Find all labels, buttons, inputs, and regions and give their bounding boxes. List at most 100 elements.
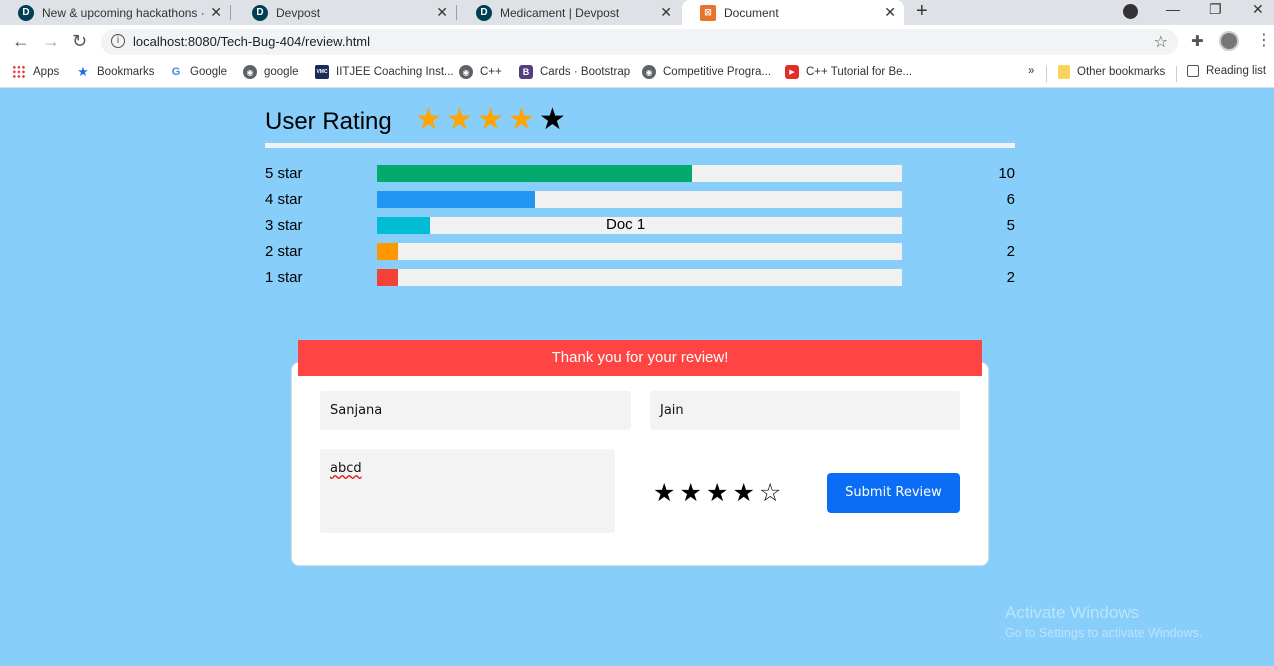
- info-icon[interactable]: i: [111, 34, 125, 48]
- star-filled-icon[interactable]: ★: [653, 478, 680, 508]
- bookmark-bookmarks[interactable]: ★ Bookmarks: [76, 64, 155, 79]
- rating-row-count: 6: [1006, 191, 1015, 208]
- star-filled-icon[interactable]: ★: [680, 478, 707, 508]
- bookmark-label: Reading list: [1206, 65, 1267, 77]
- tab-title: New & upcoming hackathons · D: [42, 5, 207, 20]
- bookmark-competitive[interactable]: ◉ Competitive Progra...: [642, 65, 771, 79]
- bookmark-google-lower[interactable]: ◉ google: [243, 65, 299, 79]
- menu-kebab-icon[interactable]: ⋮: [1256, 30, 1272, 50]
- rating-row-label: 2 star: [265, 243, 303, 260]
- rating-bar-fill: [377, 191, 535, 208]
- review-comment-field[interactable]: abcd: [320, 449, 615, 533]
- rating-bar-fill: [377, 243, 398, 260]
- address-bar[interactable]: i localhost:8080/Tech-Bug-404/review.htm…: [101, 29, 1178, 55]
- back-arrow-icon[interactable]: ←: [12, 30, 30, 52]
- vmc-icon: VMC: [315, 65, 329, 79]
- bookmark-other[interactable]: Other bookmarks: [1058, 65, 1165, 79]
- devpost-favicon-icon: D: [18, 4, 34, 21]
- extensions-puzzle-icon[interactable]: ✚: [1191, 32, 1204, 50]
- bookmarks-overflow[interactable]: »: [1028, 65, 1034, 77]
- bookmark-star-icon[interactable]: ☆: [1154, 32, 1168, 52]
- rating-row-label: 4 star: [265, 191, 303, 208]
- star-filled-icon[interactable]: ★: [706, 478, 733, 508]
- bookmark-apps[interactable]: Apps: [12, 65, 59, 79]
- close-icon[interactable]: ✕: [884, 4, 896, 21]
- restore-icon[interactable]: ❐: [1209, 0, 1222, 18]
- globe-icon: ◉: [243, 65, 257, 79]
- rating-bar-fill: [377, 269, 398, 286]
- bookmarks-bar: Apps ★ Bookmarks G Google ◉ google VMC I…: [0, 59, 1274, 88]
- browser-toolbar: ← → ↻ i localhost:8080/Tech-Bug-404/revi…: [0, 25, 1274, 59]
- url-text[interactable]: localhost:8080/Tech-Bug-404/review.html: [133, 34, 370, 49]
- thank-you-banner: Thank you for your review!: [298, 340, 982, 376]
- reading-list[interactable]: Reading list: [1187, 65, 1266, 77]
- rating-row-label: 1 star: [265, 269, 303, 286]
- bootstrap-icon: B: [519, 65, 533, 79]
- rating-bar-track: [377, 165, 902, 182]
- globe-icon: ◉: [642, 65, 656, 79]
- globe-icon: ◉: [459, 65, 473, 79]
- close-icon[interactable]: ✕: [436, 4, 448, 21]
- star-icon: ★: [446, 103, 474, 136]
- forward-arrow-icon[interactable]: →: [42, 30, 60, 52]
- bookmark-cpp[interactable]: ◉ C++: [459, 65, 502, 79]
- devpost-favicon-icon: D: [476, 4, 492, 21]
- tab-title: Devpost: [276, 5, 321, 20]
- reload-icon[interactable]: ↻: [72, 30, 87, 52]
- bookmark-label: Competitive Progra...: [663, 66, 772, 78]
- tab-hackathons[interactable]: D New & upcoming hackathons · D ✕: [0, 0, 231, 25]
- activation-watermark-title: Activate Windows: [1005, 603, 1140, 622]
- tab-title: Medicament | Devpost: [500, 5, 620, 20]
- bookmark-label: Bookmarks: [97, 66, 155, 78]
- star-icon: ★: [77, 64, 89, 79]
- rating-row-count: 2: [1006, 243, 1015, 260]
- rating-bar-fill: [377, 217, 430, 234]
- submit-review-button[interactable]: Submit Review: [827, 473, 960, 513]
- tab-divider: [230, 5, 231, 20]
- reading-list-icon: [1187, 65, 1199, 77]
- star-icon: ★: [508, 103, 536, 136]
- tab-devpost[interactable]: D Devpost ✕: [234, 0, 457, 25]
- bookmark-iitjee[interactable]: VMC IITJEE Coaching Inst...: [315, 65, 454, 79]
- rating-row-count: 2: [1006, 269, 1015, 286]
- rating-header: User Rating ★ ★ ★ ★ ★: [265, 103, 1015, 148]
- bookmark-label: C++: [480, 66, 502, 78]
- bookmark-divider: [1046, 66, 1047, 82]
- rating-bar-track: [377, 269, 902, 286]
- rating-row: 2 star 2: [265, 243, 1015, 261]
- bookmark-label: Cards · Bootstrap: [540, 66, 631, 78]
- bookmark-label: Apps: [33, 66, 60, 78]
- last-name-field[interactable]: Jain: [650, 391, 960, 430]
- document-favicon-icon: ⊠: [700, 4, 716, 21]
- first-name-field[interactable]: Sanjana: [320, 391, 631, 430]
- bookmark-bootstrap[interactable]: B Cards · Bootstrap: [519, 65, 630, 79]
- star-empty-icon[interactable]: ☆: [759, 478, 786, 508]
- tab-search-icon[interactable]: [1123, 4, 1138, 19]
- window-close-icon[interactable]: ✕: [1252, 0, 1264, 18]
- avatar[interactable]: [1219, 31, 1239, 51]
- close-icon[interactable]: ✕: [210, 4, 222, 21]
- bookmark-label: google: [264, 66, 299, 78]
- star-filled-icon[interactable]: ★: [733, 478, 760, 508]
- rating-row-label: 5 star: [265, 165, 303, 182]
- bookmark-divider: [1176, 66, 1177, 82]
- tab-medicament[interactable]: D Medicament | Devpost ✕: [458, 0, 680, 25]
- rating-bar-track: [377, 243, 902, 260]
- tab-document[interactable]: ⊠ Document ✕: [682, 0, 904, 25]
- new-tab-button[interactable]: +: [916, 0, 928, 22]
- bookmark-cpp-tutorial[interactable]: ▶ C++ Tutorial for Be...: [785, 65, 912, 79]
- minimize-icon[interactable]: —: [1166, 0, 1180, 18]
- rating-selector[interactable]: ★ ★ ★ ★ ☆: [653, 478, 786, 508]
- tab-divider: [456, 5, 457, 20]
- bookmark-label: IITJEE Coaching Inst...: [336, 66, 454, 78]
- bookmark-google[interactable]: G Google: [169, 65, 227, 79]
- google-icon: G: [171, 66, 181, 78]
- rating-row-count: 5: [1006, 217, 1015, 234]
- tab-title: Document: [724, 5, 779, 20]
- folder-icon: [1058, 65, 1070, 79]
- star-icon: ★: [477, 103, 505, 136]
- rating-heading: User Rating: [265, 108, 392, 135]
- close-icon[interactable]: ✕: [660, 4, 672, 21]
- star-icon: ★: [415, 103, 443, 136]
- bookmark-label: Google: [190, 66, 228, 78]
